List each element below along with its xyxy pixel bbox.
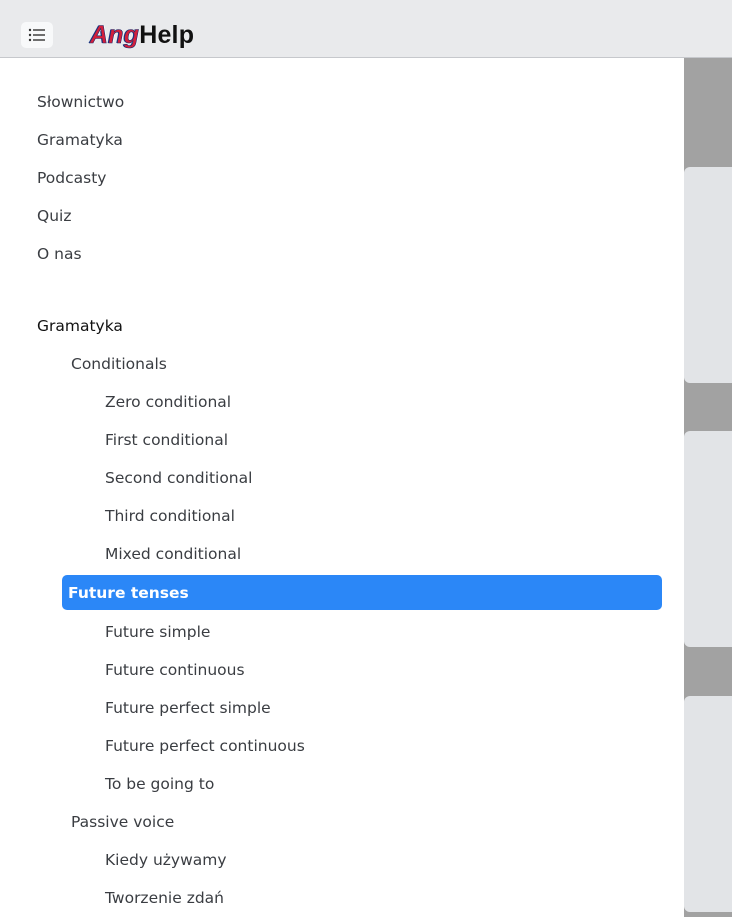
logo-ang: Ang [90,21,140,50]
nav-group-passive-voice[interactable]: Passive voice [71,812,174,832]
nav-group-conditionals[interactable]: Conditionals [71,354,167,374]
top-bar: Ang Help [0,0,732,58]
right-card-2 [684,431,732,647]
list-icon [28,28,46,42]
site-logo[interactable]: Ang Help [90,20,194,50]
nav-item-third-conditional[interactable]: Third conditional [105,506,235,526]
nav-item-future-simple[interactable]: Future simple [105,622,210,642]
nav-link-quiz[interactable]: Quiz [37,206,71,226]
nav-item-second-conditional[interactable]: Second conditional [105,468,252,488]
nav-link-podcasty[interactable]: Podcasty [37,168,106,188]
nav-item-tworzenie-zdan[interactable]: Tworzenie zdań [105,888,224,908]
nav-item-mixed-conditional[interactable]: Mixed conditional [105,544,241,564]
menu-toggle-button[interactable] [21,22,53,48]
section-title-gramatyka: Gramatyka [37,317,123,335]
nav-link-o-nas[interactable]: O nas [37,244,82,264]
right-card-1 [684,167,732,383]
nav-link-slownictwo[interactable]: Słownictwo [37,92,124,112]
logo-help: Help [139,21,195,49]
nav-item-future-continuous[interactable]: Future continuous [105,660,245,680]
nav-item-zero-conditional[interactable]: Zero conditional [105,392,231,412]
nav-item-future-perfect-simple[interactable]: Future perfect simple [105,698,271,718]
nav-link-gramatyka[interactable]: Gramatyka [37,130,123,150]
nav-item-kiedy-uzywamy[interactable]: Kiedy używamy [105,850,227,870]
nav-group-future-tenses-active[interactable]: Future tenses [62,575,662,610]
nav-item-first-conditional[interactable]: First conditional [105,430,228,450]
right-card-3 [684,696,732,912]
nav-item-to-be-going-to[interactable]: To be going to [105,774,214,794]
nav-item-future-perfect-continuous[interactable]: Future perfect continuous [105,736,305,756]
